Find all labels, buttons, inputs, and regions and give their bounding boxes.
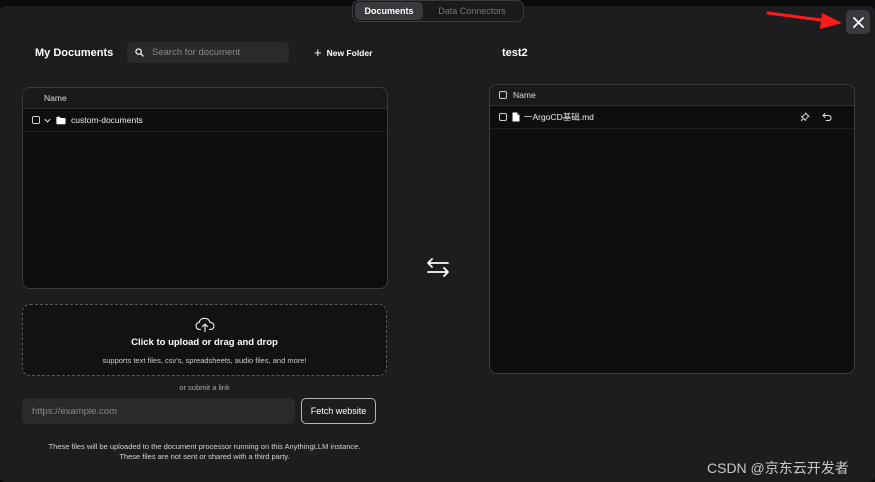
table-header: Name — [23, 88, 387, 109]
new-folder-button[interactable]: + New Folder — [314, 45, 372, 61]
workspace-title: test2 — [502, 47, 528, 59]
workspace-documents-panel: Name 一ArgoCD基础.md — [489, 84, 855, 374]
row-checkbox[interactable] — [499, 113, 507, 121]
folder-name: custom-documents — [71, 115, 143, 125]
file-name: 一ArgoCD基础.md — [524, 112, 594, 122]
upload-dropzone[interactable]: Click to upload or drag and drop support… — [22, 304, 387, 376]
search-field[interactable] — [127, 42, 289, 63]
url-input[interactable] — [30, 404, 284, 418]
my-documents-title: My Documents — [35, 47, 114, 59]
search-icon — [135, 48, 144, 57]
new-folder-label: New Folder — [326, 48, 373, 58]
footer-line-2: These files are not sent or shared with … — [119, 452, 290, 461]
my-documents-panel: Name custom-documents — [22, 87, 388, 289]
url-field[interactable] — [22, 398, 295, 424]
swap-arrows-icon[interactable] — [424, 255, 452, 279]
upload-footer-note: These files will be uploaded to the docu… — [22, 442, 387, 462]
file-row[interactable]: 一ArgoCD基础.md — [490, 106, 854, 129]
chevron-down-icon[interactable] — [43, 116, 52, 125]
footer-line-1: These files will be uploaded to the docu… — [48, 442, 361, 451]
table-header: Name — [490, 85, 854, 106]
watermark-text: CSDN @京东云开发者 — [707, 460, 849, 476]
name-column-header: Name — [513, 90, 536, 100]
close-icon — [852, 16, 864, 28]
folder-row[interactable]: custom-documents — [23, 109, 387, 132]
search-input[interactable] — [150, 46, 284, 59]
tab-documents[interactable]: Documents — [355, 2, 423, 20]
pin-icon[interactable] — [800, 112, 810, 122]
file-icon — [512, 112, 520, 122]
select-all-checkbox[interactable] — [499, 91, 507, 99]
plus-icon: + — [314, 45, 322, 60]
name-column-header: Name — [44, 93, 67, 103]
or-submit-link-text: or submit a link — [179, 383, 230, 392]
upload-title: Click to upload or drag and drop — [131, 337, 278, 348]
fetch-website-button[interactable]: Fetch website — [301, 398, 376, 424]
upload-subtitle: supports text files, csv's, spreadsheets… — [102, 356, 307, 365]
row-checkbox[interactable] — [32, 116, 40, 124]
annotation-arrow — [766, 11, 842, 29]
tab-data-connectors[interactable]: Data Connectors — [423, 2, 521, 20]
close-button[interactable] — [846, 10, 870, 34]
undo-icon[interactable] — [822, 112, 832, 122]
folder-icon — [56, 116, 66, 124]
cloud-upload-icon — [195, 317, 215, 333]
tab-bar: Documents Data Connectors — [352, 0, 524, 22]
